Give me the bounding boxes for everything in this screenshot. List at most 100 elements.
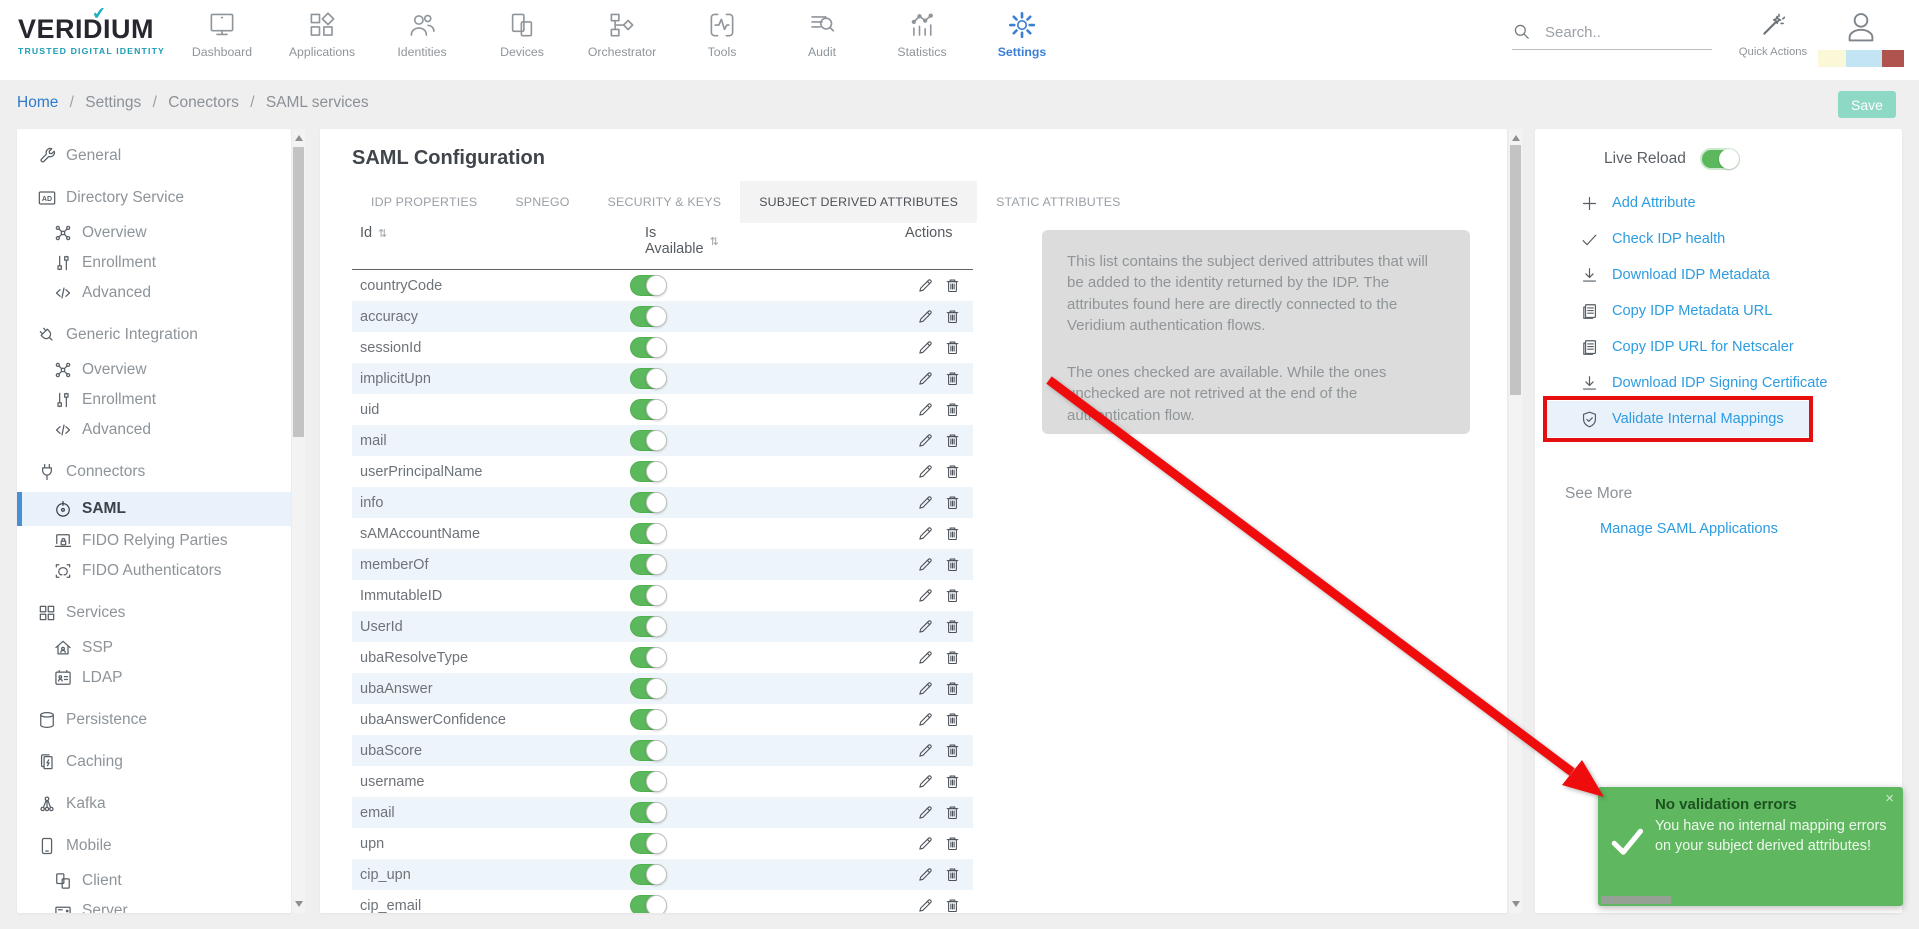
scroll-down-arrow[interactable] xyxy=(295,901,303,907)
scrollbar-thumb[interactable] xyxy=(293,147,304,437)
availability-toggle[interactable] xyxy=(630,430,667,451)
nav-item[interactable]: Devices xyxy=(472,7,572,59)
availability-toggle[interactable] xyxy=(630,492,667,513)
sidebar-item[interactable]: Generic Integration xyxy=(17,320,291,350)
scroll-up-arrow[interactable] xyxy=(1512,135,1520,141)
delete-icon[interactable] xyxy=(944,897,961,913)
delete-icon[interactable] xyxy=(944,866,961,883)
delete-icon[interactable] xyxy=(944,587,961,604)
delete-icon[interactable] xyxy=(944,711,961,728)
sidebar-item[interactable]: Persistence xyxy=(17,705,291,735)
availability-toggle[interactable] xyxy=(630,554,667,575)
sidebar-item[interactable]: Advanced xyxy=(17,415,291,445)
delete-icon[interactable] xyxy=(944,804,961,821)
sidebar-item[interactable]: Mobile xyxy=(17,831,291,861)
breadcrumb-home[interactable]: Home xyxy=(17,94,58,111)
edit-icon[interactable] xyxy=(917,277,934,294)
column-header-id[interactable]: Id⇅ xyxy=(360,225,387,241)
sidebar-item[interactable]: FIDO Relying Parties xyxy=(17,526,291,556)
delete-icon[interactable] xyxy=(944,835,961,852)
edit-icon[interactable] xyxy=(917,742,934,759)
availability-toggle[interactable] xyxy=(630,895,667,913)
edit-icon[interactable] xyxy=(917,556,934,573)
delete-icon[interactable] xyxy=(944,339,961,356)
availability-toggle[interactable] xyxy=(630,523,667,544)
delete-icon[interactable] xyxy=(944,277,961,294)
column-header-is-available[interactable]: Is Available⇅ xyxy=(645,225,719,257)
breadcrumb-settings[interactable]: Settings xyxy=(85,94,141,111)
sidebar-item[interactable]: Overview xyxy=(17,218,291,248)
sidebar-item[interactable]: Overview xyxy=(17,355,291,385)
nav-item[interactable]: Statistics xyxy=(872,7,972,59)
sidebar-item[interactable]: FIDO Authenticators xyxy=(17,556,291,586)
edit-icon[interactable] xyxy=(917,308,934,325)
sidebar-item[interactable]: General xyxy=(17,141,291,171)
sidebar-item[interactable]: Advanced xyxy=(17,278,291,308)
availability-toggle[interactable] xyxy=(630,678,667,699)
availability-toggle[interactable] xyxy=(630,616,667,637)
availability-toggle[interactable] xyxy=(630,864,667,885)
delete-icon[interactable] xyxy=(944,525,961,542)
availability-toggle[interactable] xyxy=(630,709,667,730)
sidebar-item[interactable]: SAML xyxy=(17,492,291,526)
edit-icon[interactable] xyxy=(917,897,934,913)
toast-close-icon[interactable]: × xyxy=(1885,790,1894,807)
user-avatar[interactable] xyxy=(1842,8,1880,46)
veridium-logo[interactable]: VERIDIUM✔ TRUSTED DIGITAL IDENTITY xyxy=(18,14,178,56)
save-button[interactable]: Save xyxy=(1838,91,1896,118)
panel-action[interactable]: Download IDP Metadata xyxy=(1535,257,1902,293)
edit-icon[interactable] xyxy=(917,773,934,790)
sidebar-scrollbar[interactable] xyxy=(292,129,305,913)
edit-icon[interactable] xyxy=(917,401,934,418)
tab[interactable]: IDP PROPERTIES xyxy=(352,181,496,223)
delete-icon[interactable] xyxy=(944,432,961,449)
availability-toggle[interactable] xyxy=(630,337,667,358)
sidebar-item[interactable]: Caching xyxy=(17,747,291,777)
tab[interactable]: STATIC ATTRIBUTES xyxy=(977,181,1140,223)
availability-toggle[interactable] xyxy=(630,771,667,792)
nav-item[interactable]: Orchestrator xyxy=(572,7,672,59)
edit-icon[interactable] xyxy=(917,587,934,604)
nav-item[interactable]: Applications xyxy=(272,7,372,59)
quick-actions-button[interactable]: Quick Actions xyxy=(1738,12,1808,58)
tab[interactable]: SUBJECT DERIVED ATTRIBUTES xyxy=(740,181,977,223)
sidebar-item[interactable]: LDAP xyxy=(17,663,291,693)
scrollbar-thumb[interactable] xyxy=(1510,145,1521,395)
delete-icon[interactable] xyxy=(944,618,961,635)
panel-action[interactable]: Add Attribute xyxy=(1535,185,1902,221)
panel-action[interactable]: Copy IDP Metadata URL xyxy=(1535,293,1902,329)
delete-icon[interactable] xyxy=(944,742,961,759)
tab[interactable]: SPNEGO xyxy=(496,181,588,223)
manage-saml-applications-link[interactable]: Manage SAML Applications xyxy=(1535,521,1902,537)
availability-toggle[interactable] xyxy=(630,740,667,761)
nav-item[interactable]: Audit xyxy=(772,7,872,59)
availability-toggle[interactable] xyxy=(630,399,667,420)
nav-item[interactable]: Tools xyxy=(672,7,772,59)
delete-icon[interactable] xyxy=(944,401,961,418)
nav-item[interactable]: Identities xyxy=(372,7,472,59)
availability-toggle[interactable] xyxy=(630,647,667,668)
edit-icon[interactable] xyxy=(917,370,934,387)
delete-icon[interactable] xyxy=(944,680,961,697)
sidebar-item[interactable]: Server xyxy=(17,896,291,913)
panel-action[interactable]: Validate Internal Mappings xyxy=(1543,401,1813,437)
edit-icon[interactable] xyxy=(917,866,934,883)
edit-icon[interactable] xyxy=(917,525,934,542)
nav-item[interactable]: Settings xyxy=(972,7,1072,59)
edit-icon[interactable] xyxy=(917,339,934,356)
panel-action[interactable]: Copy IDP URL for Netscaler xyxy=(1535,329,1902,365)
breadcrumb-conectors[interactable]: Conectors xyxy=(168,94,239,111)
delete-icon[interactable] xyxy=(944,494,961,511)
panel-action[interactable]: Download IDP Signing Certificate xyxy=(1535,365,1902,401)
sidebar-item[interactable]: SSP xyxy=(17,633,291,663)
sidebar-item[interactable]: Enrollment xyxy=(17,385,291,415)
availability-toggle[interactable] xyxy=(630,833,667,854)
edit-icon[interactable] xyxy=(917,835,934,852)
edit-icon[interactable] xyxy=(917,649,934,666)
availability-toggle[interactable] xyxy=(630,585,667,606)
main-scrollbar[interactable] xyxy=(1509,129,1522,913)
search-input[interactable] xyxy=(1545,24,1695,41)
edit-icon[interactable] xyxy=(917,494,934,511)
nav-item[interactable]: Dashboard xyxy=(172,7,272,59)
sidebar-item[interactable]: Services xyxy=(17,598,291,628)
